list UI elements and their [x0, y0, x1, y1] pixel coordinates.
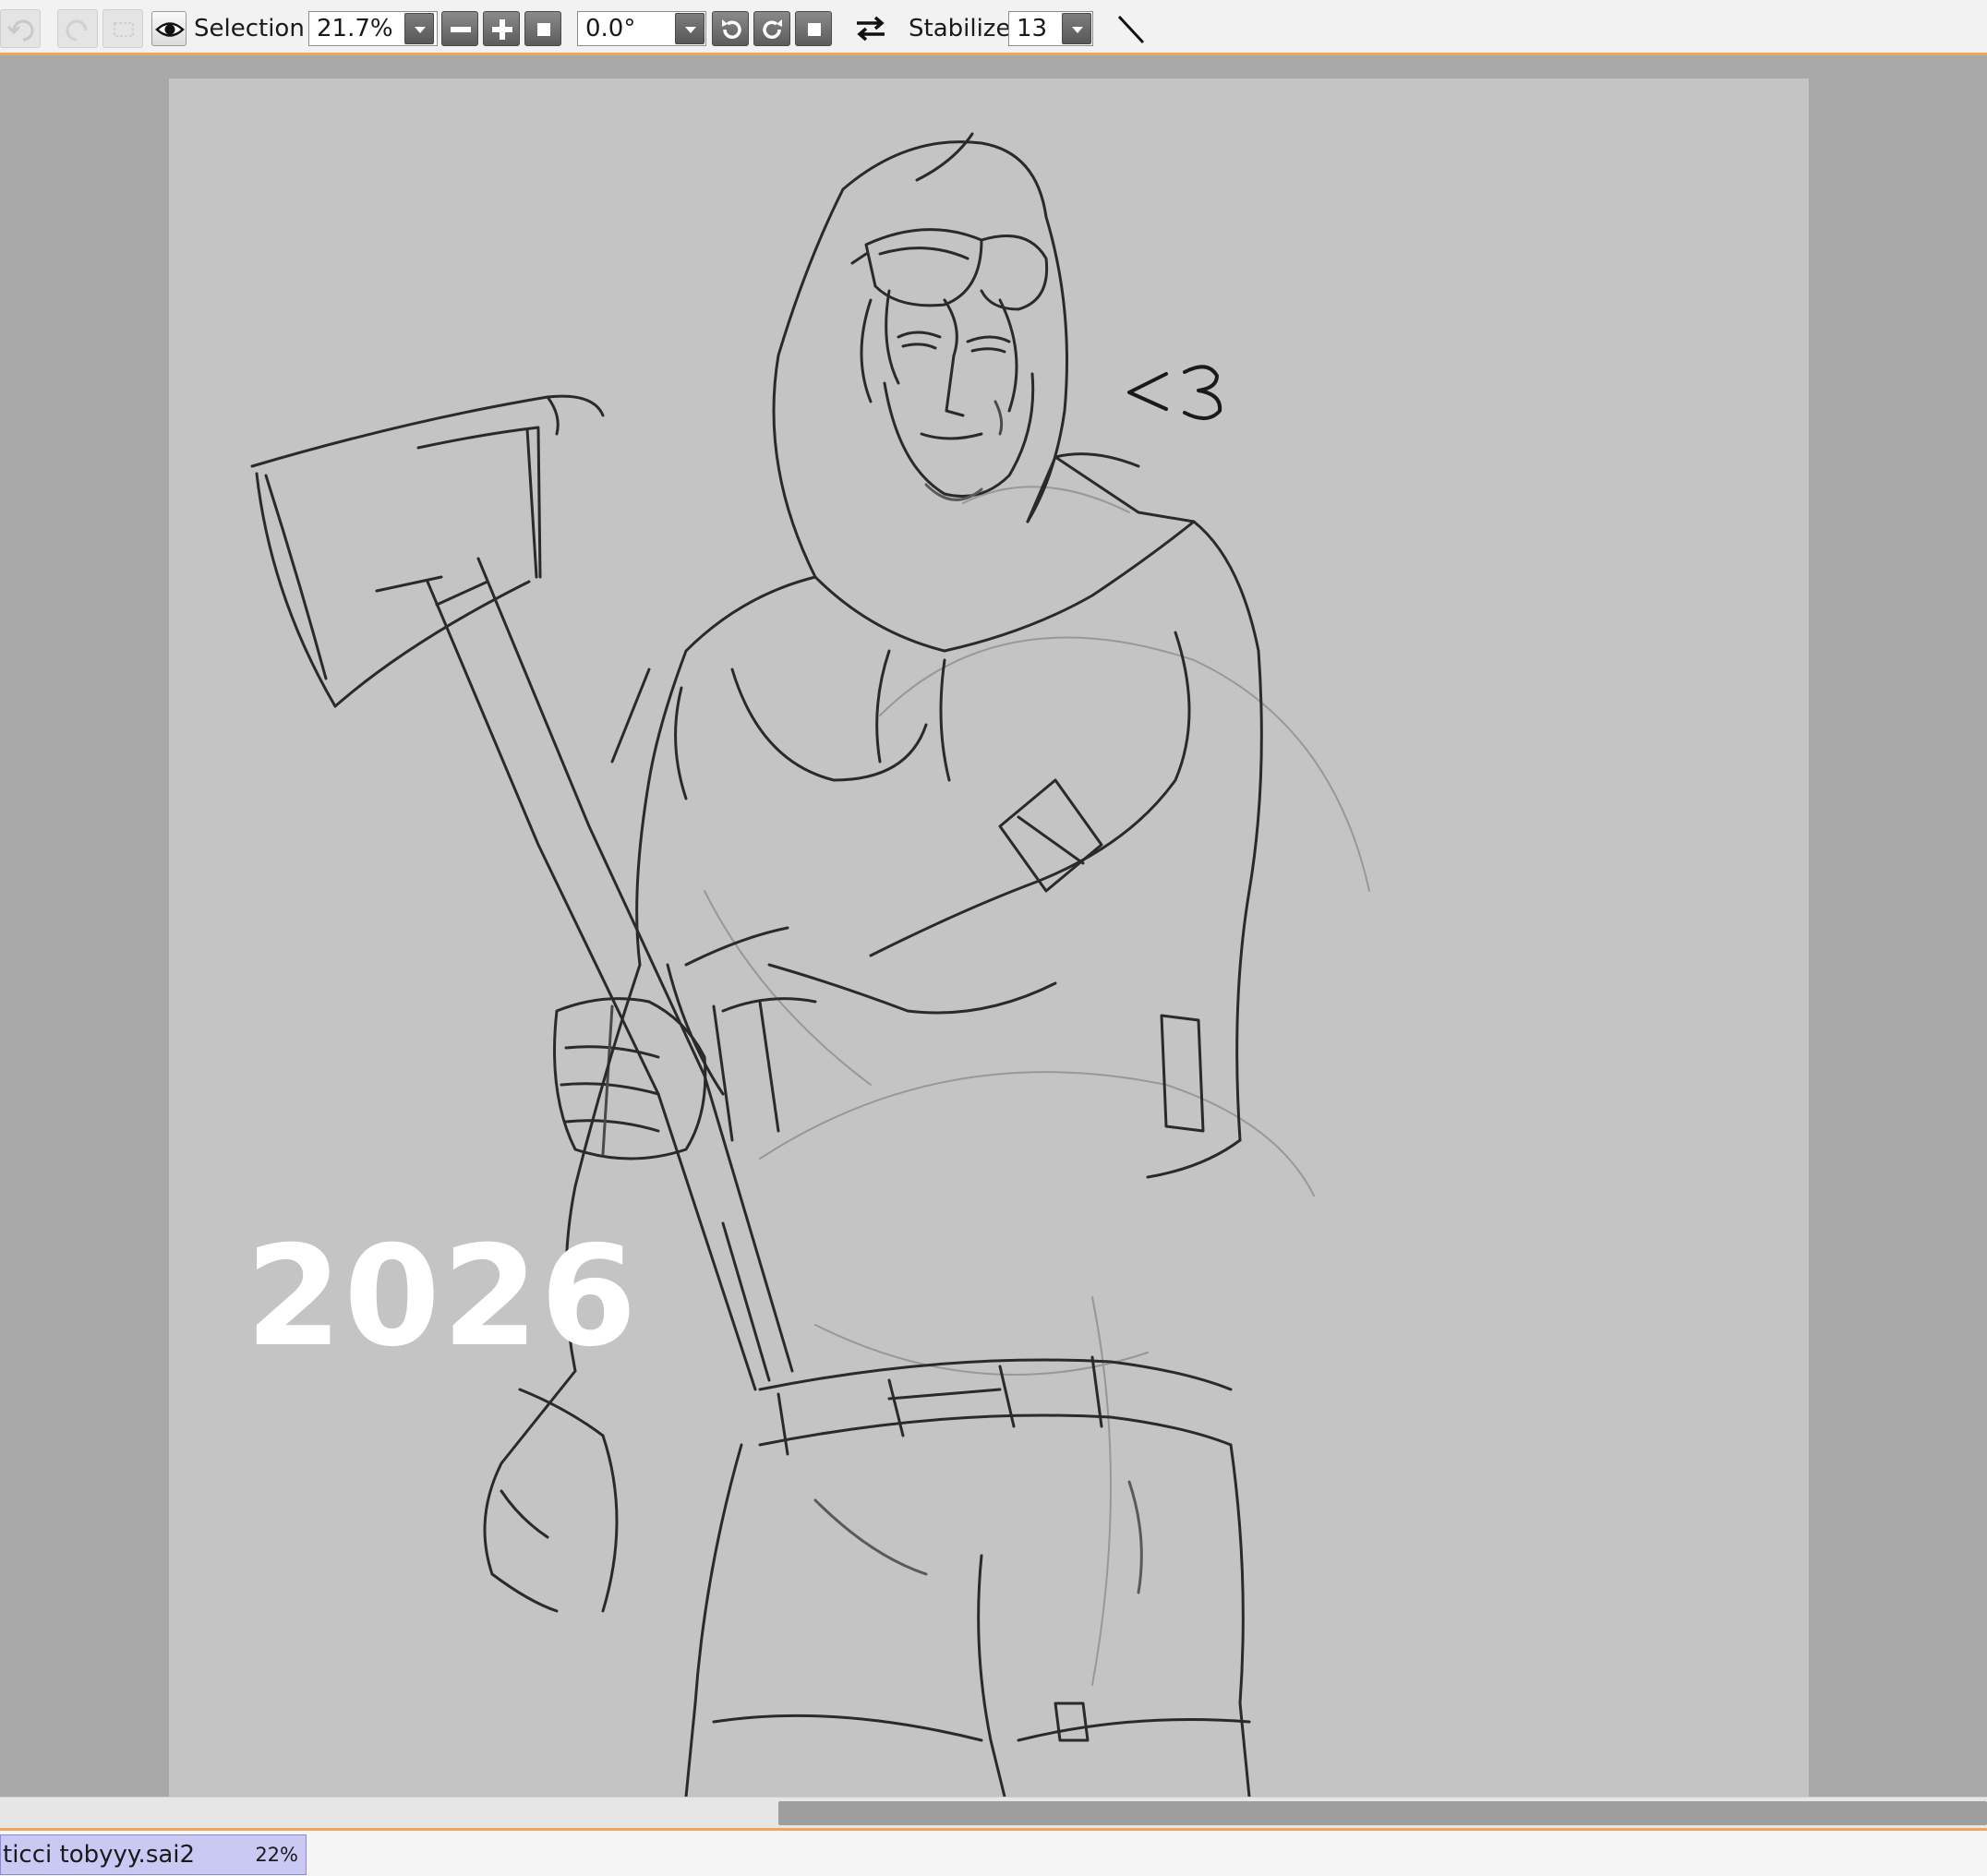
- pen-line-button[interactable]: [1112, 11, 1150, 46]
- zoom-out-button[interactable]: [441, 11, 478, 46]
- flip-horizontal-icon: [851, 16, 890, 50]
- rotation-dropdown-button[interactable]: [675, 13, 704, 44]
- diagonal-line-icon: [1112, 15, 1150, 50]
- document-tab-bar: ticci tobyyy.sai2 22%: [0, 1828, 1987, 1876]
- canvas-workspace[interactable]: 2026: [0, 55, 1987, 1797]
- top-toolbar: Selection 21.7% 0.0° Stabilizer 13: [0, 0, 1987, 55]
- deselect-button[interactable]: [102, 9, 143, 48]
- stabilizer-dropdown-button[interactable]: [1062, 13, 1091, 44]
- flip-horizontal-button[interactable]: [851, 11, 890, 46]
- scrollbar-thumb[interactable]: [778, 1801, 1987, 1825]
- character-sketch: [250, 132, 1370, 1797]
- document-zoom: 22%: [255, 1844, 298, 1866]
- rotate-ccw-button[interactable]: [712, 11, 749, 46]
- zoom-in-button[interactable]: [483, 11, 520, 46]
- rotate-cw-button[interactable]: [753, 11, 790, 46]
- document-file-name: ticci tobyyy.sai2: [3, 1841, 196, 1869]
- selection-label: Selection: [194, 15, 305, 42]
- view-selection-toggle[interactable]: [151, 11, 187, 46]
- redo-button[interactable]: [57, 9, 98, 48]
- stabilizer-label: Stabilizer: [909, 15, 1021, 42]
- rotate-reset-button[interactable]: [795, 11, 832, 46]
- document-tab[interactable]: ticci tobyyy.sai2 22%: [0, 1834, 307, 1875]
- undo-button[interactable]: [0, 9, 41, 48]
- horizontal-scrollbar[interactable]: [0, 1797, 1987, 1828]
- year-overlay-text: 2026: [246, 1217, 639, 1377]
- zoom-dropdown-button[interactable]: [404, 13, 434, 44]
- sai-app-window: Selection 21.7% 0.0° Stabilizer 13 2026 …: [0, 0, 1987, 1876]
- drawing-canvas[interactable]: 2026: [169, 78, 1809, 1797]
- zoom-reset-button[interactable]: [524, 11, 561, 46]
